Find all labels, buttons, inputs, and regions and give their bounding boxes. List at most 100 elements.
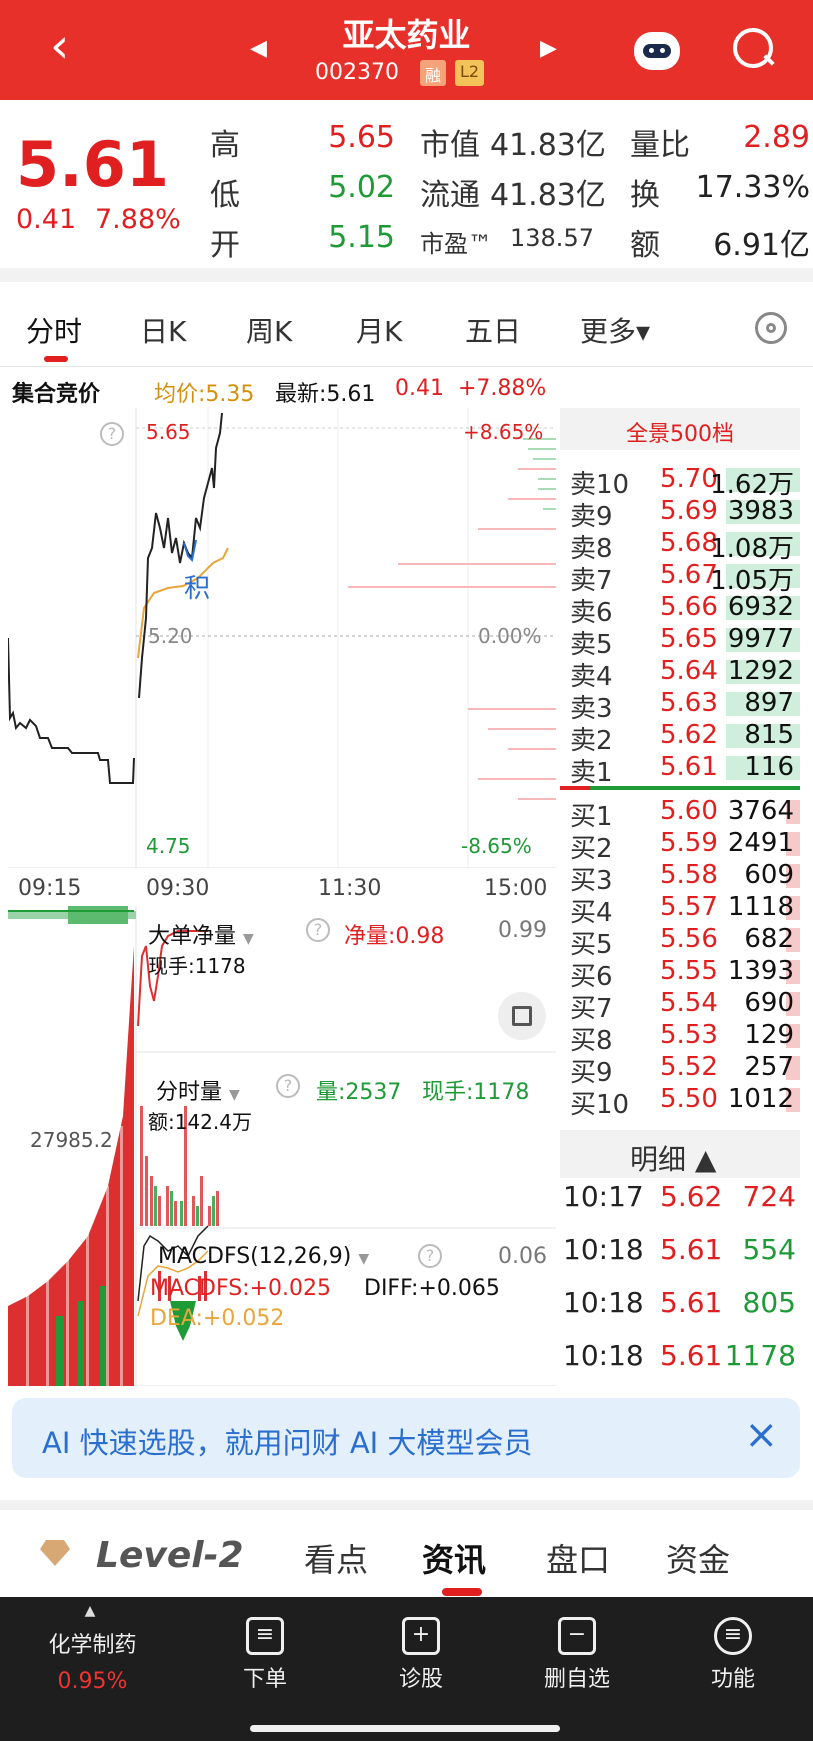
stock-name: 亚太药业	[342, 16, 471, 54]
tab-funds[interactable]: 资金	[666, 1535, 730, 1581]
amount-label: 额	[630, 228, 660, 263]
tab-intraday[interactable]: 分时	[26, 310, 82, 350]
bid-price: 5.52	[660, 1052, 718, 1082]
volume-dropdown[interactable]: 分时量 ▼	[156, 1074, 240, 1106]
bid-price: 5.58	[660, 860, 718, 890]
next-stock-icon[interactable]: ▶	[540, 36, 557, 61]
expand-icon[interactable]	[498, 992, 546, 1040]
bid-row[interactable]: 买9 5.52 257	[570, 1052, 800, 1088]
sector-change: 0.95%	[57, 1669, 128, 1694]
time-label-0915: 09:15	[18, 876, 82, 901]
bid-row[interactable]: 买10 5.50 1012	[570, 1084, 800, 1120]
help-icon[interactable]: ?	[418, 1244, 442, 1268]
close-icon[interactable]: ×	[744, 1412, 778, 1458]
ask-volume: 6932	[727, 592, 794, 622]
ask-row[interactable]: 卖10 5.70 1.62万	[570, 464, 800, 500]
bid-price: 5.59	[660, 828, 718, 858]
bid-volume: 257	[744, 1052, 794, 1082]
tab-more[interactable]: 更多▾	[580, 310, 650, 350]
bid-row[interactable]: 买6 5.55 1393	[570, 956, 800, 992]
tab-market-depth[interactable]: 盘口	[546, 1535, 610, 1581]
sector-name[interactable]: 化学制药	[30, 1627, 155, 1659]
ask-row[interactable]: 卖4 5.64 1292	[570, 656, 800, 692]
ask-row[interactable]: 卖7 5.67 1.05万	[570, 560, 800, 596]
big-order-current: 现手:1178	[148, 954, 246, 978]
tab-weekly-k[interactable]: 周K	[246, 310, 292, 350]
volume-value: 量:2537	[316, 1080, 402, 1105]
diff-value: DIFF:+0.065	[364, 1276, 500, 1301]
ask-row[interactable]: 卖3 5.63 897	[570, 688, 800, 724]
bid-row[interactable]: 买1 5.60 3764	[570, 796, 800, 832]
bid-volume: 129	[744, 1020, 794, 1050]
search-icon[interactable]	[733, 28, 775, 68]
ask-row[interactable]: 卖6 5.66 6932	[570, 592, 800, 628]
pe-label: 市盈™	[420, 230, 492, 258]
robot-icon[interactable]	[634, 32, 680, 70]
tab-level2[interactable]: Level-2	[96, 1535, 244, 1576]
settings-icon[interactable]	[755, 312, 787, 344]
volume-amount: 额:142.4万	[148, 1110, 252, 1134]
auction-volume: 27985.2	[30, 1128, 113, 1152]
panorama-500-button[interactable]: 全景500档	[560, 416, 800, 448]
ask-row[interactable]: 卖2 5.62 815	[570, 720, 800, 756]
tick-time: 10:17	[563, 1180, 644, 1213]
y-axis-top: 5.65	[146, 420, 191, 444]
functions-button[interactable]: ≡ 功能	[678, 1617, 788, 1693]
tab-news[interactable]: 资讯	[422, 1535, 486, 1581]
ai-promo-banner[interactable]: AI 快速选股，就用问财 AI 大模型会员 ×	[12, 1398, 800, 1478]
last-price: 5.61	[16, 128, 169, 201]
tick-row: 10:18 5.61 554	[560, 1233, 800, 1273]
sector-up-icon: ▲	[84, 1603, 96, 1619]
tab-highlights[interactable]: 看点	[304, 1535, 368, 1581]
tab-monthly-k[interactable]: 月K	[356, 310, 402, 350]
ticks-header[interactable]: 明细 ▲	[630, 1138, 716, 1178]
bid-row[interactable]: 买2 5.59 2491	[570, 828, 800, 864]
macdfs-value: MACDFS:+0.025	[150, 1276, 332, 1301]
price-change-pct: 7.88%	[95, 204, 181, 235]
help-icon[interactable]: ?	[306, 918, 330, 942]
latest-price: 最新:5.61	[275, 382, 376, 407]
ask-row[interactable]: 卖1 5.61 116	[570, 752, 800, 788]
tick-time: 10:18	[563, 1233, 644, 1266]
bid-volume: 2491	[727, 828, 794, 858]
bid-row[interactable]: 买8 5.53 129	[570, 1020, 800, 1056]
ask-price: 5.61	[660, 752, 718, 782]
functions-icon: ≡	[714, 1617, 752, 1655]
tick-price: 5.61	[660, 1233, 723, 1266]
home-indicator	[250, 1725, 560, 1732]
ask-row[interactable]: 卖9 5.69 3983	[570, 496, 800, 532]
tab-daily-k[interactable]: 日K	[140, 310, 186, 350]
ask-volume: 9977	[727, 624, 794, 654]
bid-volume: 1012	[727, 1084, 794, 1114]
bid-row[interactable]: 买5 5.56 682	[570, 924, 800, 960]
diagnose-button[interactable]: + 诊股	[366, 1617, 476, 1693]
order-button[interactable]: ≡ 下单	[210, 1617, 320, 1693]
help-icon[interactable]: ?	[276, 1074, 300, 1098]
indicator-panels[interactable]: 大单净量 ▼ ? 净量:0.98 0.99 现手:1178 分时量 ▼ ? 量:…	[8, 906, 556, 1386]
volume-ratio-label: 量比	[630, 128, 690, 163]
prev-stock-icon[interactable]: ◀	[250, 36, 267, 61]
divider	[0, 1500, 813, 1510]
ask-volume: 116	[744, 752, 794, 782]
pe-value: 138.57	[510, 224, 594, 252]
low-label: 低	[210, 178, 240, 213]
bid-price: 5.54	[660, 988, 718, 1018]
mcap-value: 41.83亿	[490, 128, 606, 163]
pct-axis-mid: 0.00%	[478, 624, 542, 648]
macd-max: 0.06	[498, 1244, 547, 1269]
bid-row[interactable]: 买7 5.54 690	[570, 988, 800, 1024]
bid-volume: 1118	[727, 892, 794, 922]
tab-five-day[interactable]: 五日	[465, 310, 521, 350]
ask-row[interactable]: 卖8 5.68 1.08万	[570, 528, 800, 564]
help-icon[interactable]: ?	[100, 422, 124, 446]
ask-row[interactable]: 卖5 5.65 9977	[570, 624, 800, 660]
macd-dropdown[interactable]: MACDFS(12,26,9) ▼	[158, 1244, 369, 1269]
bid-volume: 1393	[727, 956, 794, 986]
intraday-chart[interactable]: ? 5.65 5.20 4.75 +8.65% 0.00% -8.65% 积	[8, 408, 556, 868]
big-order-dropdown[interactable]: 大单净量 ▼	[148, 918, 254, 950]
stock-code: 002370	[315, 60, 399, 85]
bid-row[interactable]: 买4 5.57 1118	[570, 892, 800, 928]
remove-watchlist-button[interactable]: − 删自选	[522, 1617, 632, 1693]
amount-value: 6.91亿	[713, 228, 810, 263]
bid-row[interactable]: 买3 5.58 609	[570, 860, 800, 896]
